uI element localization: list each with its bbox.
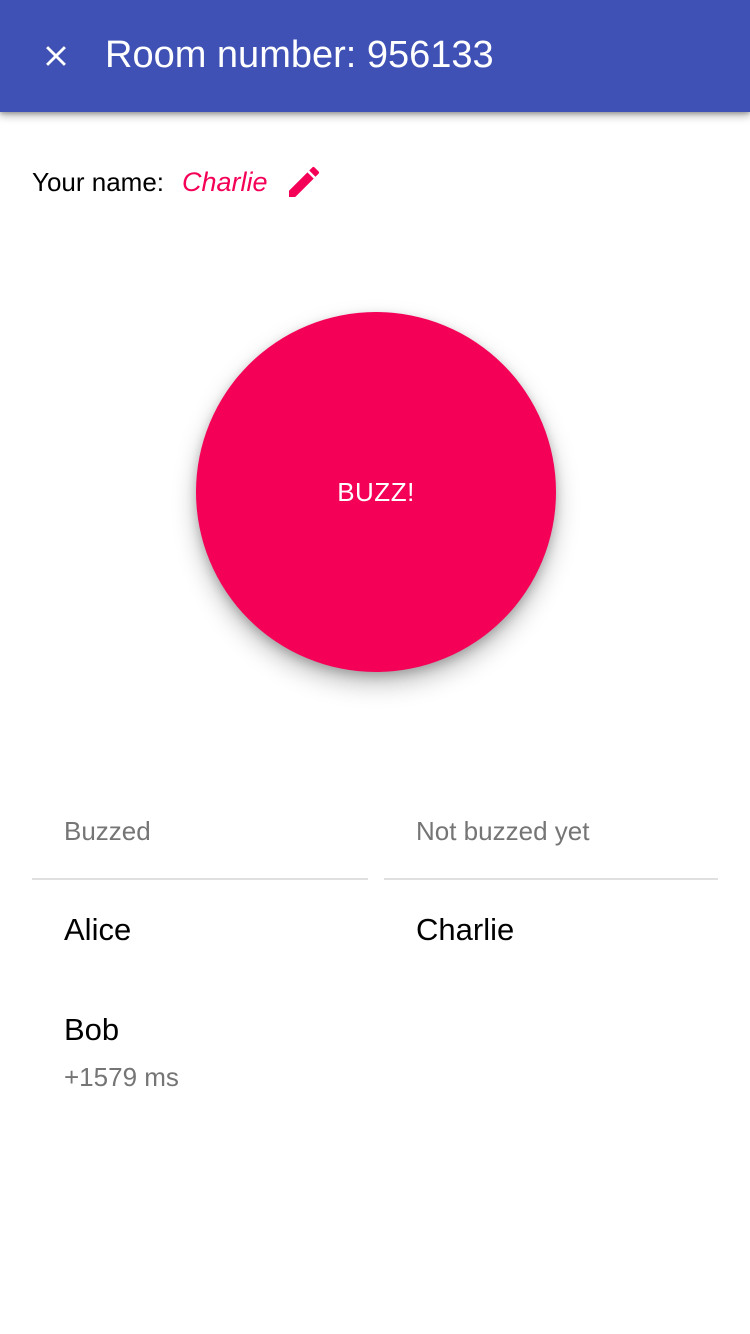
player-name-value: Charlie xyxy=(182,166,268,197)
close-icon xyxy=(46,46,66,66)
buzzed-player-name: Bob xyxy=(64,1012,120,1047)
app-bar: Room number: 956133 xyxy=(0,0,750,112)
buzzed-header: Buzzed xyxy=(32,800,368,880)
buzz-button[interactable]: BUZZ! xyxy=(196,312,556,672)
edit-name-button[interactable] xyxy=(284,162,324,202)
pencil-icon xyxy=(288,166,319,197)
list-item: Charlie xyxy=(384,910,514,950)
buzzed-player-name: Alice xyxy=(64,912,132,947)
list-item: Bob +1579 ms xyxy=(32,1010,179,1094)
not-buzzed-header: Not buzzed yet xyxy=(384,800,718,880)
not-buzzed-list: Not buzzed yet Charlie xyxy=(384,800,718,947)
player-name-row: Your name: Charlie xyxy=(32,160,324,204)
buzzed-list: Buzzed Alice Bob +1579 ms xyxy=(32,800,368,1092)
not-buzzed-player-name: Charlie xyxy=(416,912,515,947)
buzz-delay: +1579 ms xyxy=(64,1062,179,1092)
list-item: Alice xyxy=(32,910,131,950)
page-title: Room number: 956133 xyxy=(105,34,494,76)
buzz-button-label: BUZZ! xyxy=(337,476,415,507)
app-root: Room number: 956133 Your name: Charlie B… xyxy=(0,0,750,1334)
close-button[interactable] xyxy=(20,20,92,92)
your-name-label: Your name: xyxy=(32,166,165,197)
